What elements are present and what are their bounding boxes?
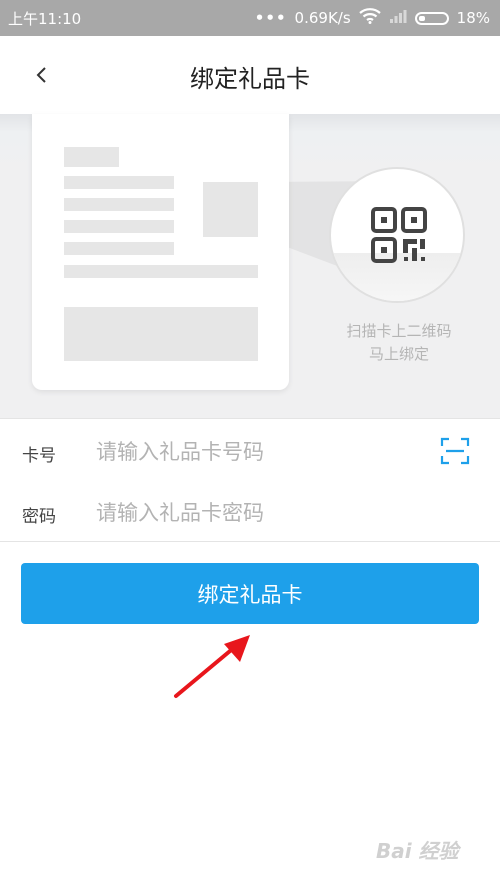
card-number-row: 卡号 <box>0 421 500 481</box>
status-indicators: ••• 0.69K/s 18% <box>255 8 490 28</box>
page-title: 绑定礼品卡 <box>190 65 310 93</box>
qr-code-icon <box>371 207 427 263</box>
scan-tip-line1: 扫描卡上二维码 <box>346 322 452 340</box>
red-arrow-annotation <box>174 635 250 698</box>
password-row: 密码 <box>0 482 500 542</box>
battery-icon <box>414 11 449 25</box>
status-time: 上午11:10 <box>8 10 82 28</box>
nav-bar: 绑定礼品卡 <box>0 36 500 114</box>
watermark: Bai 经验 <box>376 839 459 863</box>
card-number-label: 卡号 <box>22 446 56 466</box>
signal-icon <box>389 9 407 27</box>
gift-card-illustration <box>32 114 289 390</box>
scan-tip-line2: 马上绑定 <box>368 345 429 363</box>
bind-gift-card-button[interactable]: 绑定礼品卡 <box>21 563 479 624</box>
more-dots-icon: ••• <box>254 9 287 27</box>
password-input[interactable] <box>94 494 418 532</box>
status-bar: 上午11:10 ••• 0.69K/s 18% <box>0 0 500 36</box>
qr-code-circle <box>329 167 465 303</box>
scan-illustration: 扫描卡上二维码 马上绑定 <box>0 114 500 418</box>
battery-level: 18% <box>456 9 490 27</box>
network-speed: 0.69K/s <box>294 9 351 27</box>
gift-card-form: 卡号 密码 <box>0 418 500 542</box>
card-number-input[interactable] <box>94 433 418 471</box>
wifi-icon <box>358 8 381 28</box>
scan-frame-icon <box>440 437 470 465</box>
password-label: 密码 <box>22 507 56 527</box>
scan-tip: 扫描卡上二维码 马上绑定 <box>324 320 474 366</box>
scan-button[interactable] <box>440 436 470 466</box>
